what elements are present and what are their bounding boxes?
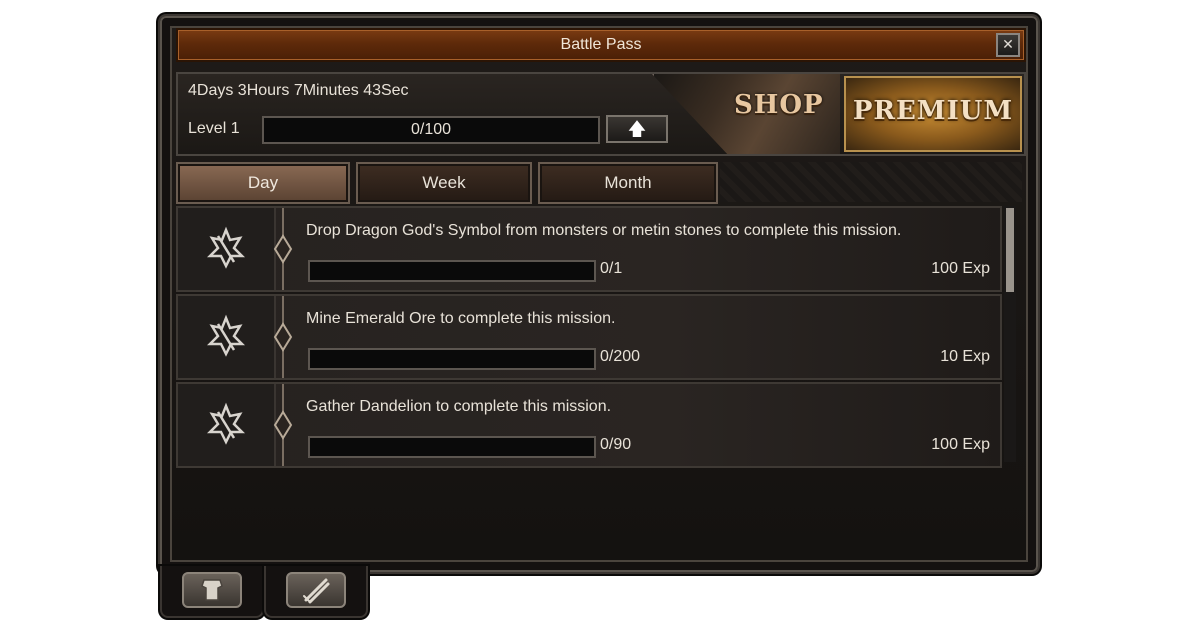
mission-icon-slot bbox=[178, 296, 276, 378]
tab-day-label: Day bbox=[247, 173, 279, 192]
tab-month-label: Month bbox=[604, 173, 652, 192]
mission-reward: 100 Exp bbox=[931, 260, 990, 277]
mission-list[interactable]: Drop Dragon God's Symbol from monsters o… bbox=[176, 204, 1022, 468]
mission-description: Gather Dandelion to complete this missio… bbox=[306, 398, 612, 415]
level-label: Level 1 bbox=[188, 120, 240, 137]
premium-button[interactable]: PREMIUM bbox=[844, 76, 1022, 152]
row-ornament-icon bbox=[273, 208, 293, 290]
row-ornament-icon bbox=[273, 296, 293, 378]
window-title: Battle Pass bbox=[560, 36, 642, 53]
mission-description: Drop Dragon God's Symbol from monsters o… bbox=[306, 222, 902, 239]
mission-row[interactable]: Gather Dandelion to complete this missio… bbox=[176, 382, 1002, 468]
mission-scrollbar[interactable] bbox=[1004, 206, 1016, 462]
swords-tab-button[interactable] bbox=[286, 572, 346, 608]
mission-row[interactable]: Drop Dragon God's Symbol from monsters o… bbox=[176, 206, 1002, 292]
close-button[interactable]: ✕ bbox=[996, 33, 1020, 57]
tab-strip-decoration bbox=[720, 162, 1022, 202]
crossed-swords-icon bbox=[303, 578, 330, 604]
mission-emblem-icon bbox=[206, 314, 246, 357]
level-up-button[interactable]: 🡅 bbox=[606, 115, 668, 143]
mission-progress-text: 0/1 bbox=[600, 260, 623, 277]
level-progress-text: 0/100 bbox=[410, 121, 452, 138]
row-ornament-icon bbox=[273, 384, 293, 466]
tab-day[interactable]: Day bbox=[176, 162, 350, 204]
mission-progress-bar bbox=[308, 260, 596, 282]
shop-button[interactable]: SHOP bbox=[734, 90, 824, 120]
armor-tab-button[interactable] bbox=[182, 572, 242, 608]
mission-icon-slot bbox=[178, 208, 276, 290]
bottom-tab-missions[interactable] bbox=[160, 566, 264, 618]
mission-progress-text: 0/90 bbox=[600, 436, 632, 453]
mission-reward: 100 Exp bbox=[931, 436, 990, 453]
battle-pass-window: Battle Pass ✕ 4Days 3Hours 7Minutes 43Se… bbox=[158, 14, 1040, 574]
bottom-tab-rewards[interactable] bbox=[264, 566, 368, 618]
mission-emblem-icon bbox=[206, 226, 246, 269]
mission-emblem-icon bbox=[206, 402, 246, 445]
title-bar[interactable]: Battle Pass ✕ bbox=[176, 28, 1026, 62]
mission-row[interactable]: Mine Emerald Ore to complete this missio… bbox=[176, 294, 1002, 380]
mission-description: Mine Emerald Ore to complete this missio… bbox=[306, 310, 616, 327]
mission-reward: 10 Exp bbox=[940, 348, 990, 365]
mission-progress-text: 0/200 bbox=[600, 348, 641, 365]
mission-progress-bar bbox=[308, 348, 596, 370]
scrollbar-thumb[interactable] bbox=[1006, 208, 1014, 292]
up-arrow-icon: 🡅 bbox=[627, 119, 647, 139]
tab-month[interactable]: Month bbox=[538, 162, 718, 204]
mission-progress-bar bbox=[308, 436, 596, 458]
armor-icon bbox=[201, 579, 223, 601]
tab-week[interactable]: Week bbox=[356, 162, 532, 204]
close-icon: ✕ bbox=[1002, 36, 1014, 52]
premium-label: PREMIUM bbox=[852, 96, 1014, 126]
level-progress-bar: 0/100 bbox=[262, 116, 600, 144]
time-remaining: 4Days 3Hours 7Minutes 43Sec bbox=[188, 82, 409, 99]
tab-week-label: Week bbox=[422, 173, 466, 192]
battle-pass-header: 4Days 3Hours 7Minutes 43Sec Level 1 0/10… bbox=[176, 72, 1026, 156]
mission-icon-slot bbox=[178, 384, 276, 466]
